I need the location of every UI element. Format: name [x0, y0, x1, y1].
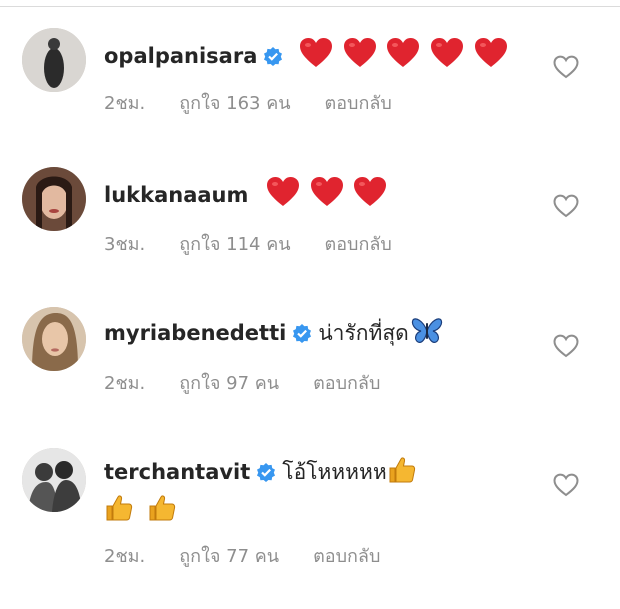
- red-heart-emoji-icon: [474, 37, 508, 69]
- avatar-image: [22, 167, 86, 231]
- comment-text: น่ารักที่สุด: [318, 321, 409, 345]
- red-heart-emoji-icon: [353, 176, 387, 208]
- username[interactable]: opalpanisara: [104, 44, 257, 68]
- avatar-image: [22, 307, 86, 371]
- comment-time: 2ชม.: [104, 546, 146, 567]
- red-heart-emoji-icon: [266, 176, 300, 208]
- thumbs-up-emoji-icon: [104, 493, 134, 523]
- username[interactable]: terchantavit: [104, 460, 250, 484]
- username[interactable]: lukkanaaum: [104, 183, 248, 207]
- verified-badge-icon: [256, 460, 276, 482]
- red-heart-emoji-icon: [310, 176, 344, 208]
- verified-badge-icon: [263, 44, 283, 66]
- butterfly-emoji-icon: [411, 316, 443, 346]
- comment-body: terchantavit โอ้โหหหหห: [104, 455, 550, 525]
- comment-text: โอ้โหหหหห: [282, 460, 387, 484]
- comment-meta: 2ชม. ถูกใจ 77 คน ตอบกลับ: [104, 541, 414, 570]
- comment-body: lukkanaaum: [104, 176, 550, 210]
- avatar[interactable]: [22, 28, 86, 92]
- like-heart-icon[interactable]: [553, 334, 579, 358]
- red-heart-emoji-icon: [343, 37, 377, 69]
- comment-time: 3ชม.: [104, 234, 146, 255]
- avatar[interactable]: [22, 307, 86, 371]
- avatar[interactable]: [22, 448, 86, 512]
- like-count-button[interactable]: ถูกใจ 114 คน: [179, 234, 290, 255]
- comment-body: myriabenedetti น่ารักที่สุด: [104, 316, 550, 348]
- reply-button[interactable]: ตอบกลับ: [313, 546, 380, 567]
- username[interactable]: myriabenedetti: [104, 321, 286, 345]
- red-heart-emoji-icon: [299, 37, 333, 69]
- red-heart-emoji-icon: [386, 37, 420, 69]
- thumbs-up-emoji-icon: [387, 455, 417, 485]
- like-count-button[interactable]: ถูกใจ 163 คน: [179, 93, 290, 114]
- emoji-row: [289, 38, 507, 68]
- reply-button[interactable]: ตอบกลับ: [325, 93, 392, 114]
- comment-time: 2ชม.: [104, 373, 146, 394]
- comment-meta: 2ชม. ถูกใจ 97 คน ตอบกลับ: [104, 368, 414, 397]
- emoji-row: [104, 493, 550, 525]
- avatar-image: [22, 28, 86, 92]
- red-heart-emoji-icon: [430, 37, 464, 69]
- verified-badge-icon: [292, 321, 312, 343]
- avatar[interactable]: [22, 167, 86, 231]
- like-count-button[interactable]: ถูกใจ 77 คน: [179, 546, 279, 567]
- reply-button[interactable]: ตอบกลับ: [325, 234, 392, 255]
- top-divider: [0, 6, 620, 7]
- avatar-image: [22, 448, 86, 512]
- like-heart-icon[interactable]: [553, 55, 579, 79]
- comment-meta: 3ชม. ถูกใจ 114 คน ตอบกลับ: [104, 229, 426, 258]
- comment-body: opalpanisara: [104, 37, 550, 71]
- reply-button[interactable]: ตอบกลับ: [313, 373, 380, 394]
- like-heart-icon[interactable]: [553, 473, 579, 497]
- comment-time: 2ชม.: [104, 93, 146, 114]
- like-count-button[interactable]: ถูกใจ 97 คน: [179, 373, 279, 394]
- emoji-row: [256, 177, 387, 207]
- thumbs-up-emoji-icon: [147, 493, 177, 523]
- like-heart-icon[interactable]: [553, 194, 579, 218]
- comment-meta: 2ชม. ถูกใจ 163 คน ตอบกลับ: [104, 88, 426, 117]
